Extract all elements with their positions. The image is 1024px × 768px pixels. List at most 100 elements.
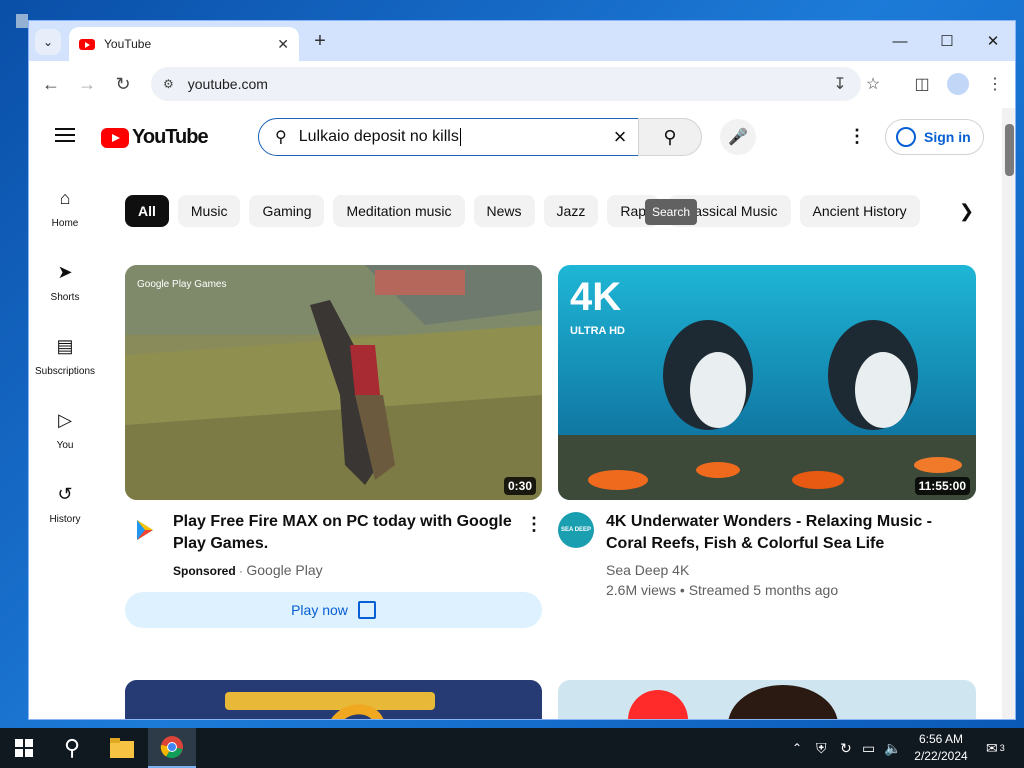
sidebar-item-shorts[interactable]: ➤ Shorts (29, 256, 101, 316)
security-shield-icon[interactable]: ⛨ (816, 728, 827, 768)
update-icon[interactable]: ↻ (840, 728, 852, 768)
close-tab-icon[interactable]: ✕ (277, 36, 289, 53)
youtube-page: YouTube ⚲ Lulkaio deposit no kills × ⚲ 🎤… (29, 108, 1015, 719)
sidebar-label: Subscriptions (34, 366, 96, 377)
voice-search-button[interactable]: 🎤 (720, 119, 756, 155)
video-menu-icon[interactable]: ⋮ (525, 514, 543, 535)
video-duration: 0:30 (503, 477, 536, 495)
channel-avatar[interactable]: SEA DEEP (558, 512, 594, 548)
google-play-avatar-icon[interactable] (127, 512, 163, 548)
chip-news[interactable]: News (473, 195, 535, 227)
address-bar[interactable]: ⚙ youtube.com (151, 67, 861, 101)
scrollbar-thumb[interactable] (1005, 124, 1014, 176)
taskbar: ⚲ ⌃ ⛨ ↻ ▭ 🔈 6:56 AM 2/22/2024 ✉ 3 (0, 728, 1024, 768)
bookmark-star-icon[interactable]: ☆ (862, 73, 884, 95)
forward-button[interactable]: → (75, 72, 99, 96)
chip-meditation-music[interactable]: Meditation music (333, 195, 465, 227)
desktop-shortcut-icon[interactable] (14, 8, 28, 68)
sign-in-button[interactable]: Sign in (885, 119, 984, 155)
chrome-taskbar-icon[interactable] (148, 728, 196, 768)
chip-ancient-history[interactable]: Ancient History (799, 195, 920, 227)
clock-time: 6:56 AM (918, 732, 964, 746)
youtube-favicon-icon (79, 38, 95, 50)
search-button-icon: ⚲ (663, 126, 677, 147)
google-play-games-overlay: Google Play Games (137, 279, 227, 290)
chip-all[interactable]: All (125, 195, 169, 227)
youtube-logo-text: YouTube (132, 126, 209, 148)
minimize-button[interactable]: — (885, 29, 915, 53)
search-tooltip: Search (645, 199, 698, 225)
sidebar-label: Home (51, 218, 79, 229)
url-text: youtube.com (187, 76, 268, 92)
notifications-icon[interactable]: ✉ 3 (986, 728, 1005, 768)
install-app-icon[interactable]: ↧ (829, 73, 851, 95)
close-window-button[interactable]: ✕ (978, 29, 1008, 53)
thumb-4k-badge: 4K (570, 275, 622, 319)
sidebar-item-you[interactable]: ▷ You (29, 404, 101, 464)
profile-avatar-icon[interactable] (947, 73, 969, 95)
network-icon[interactable]: ▭ (862, 728, 875, 768)
play-now-button[interactable]: Play now (125, 592, 542, 628)
chip-jazz[interactable]: Jazz (543, 195, 599, 227)
search-icon: ⚲ (275, 129, 287, 146)
video-title[interactable]: 4K Underwater Wonders - Relaxing Music -… (606, 511, 946, 555)
thumbnail-image (558, 680, 976, 719)
video-channel-meta: Sponsored · Google Play (173, 562, 323, 578)
reload-button[interactable]: ↻ (111, 72, 135, 96)
taskbar-clock[interactable]: 6:56 AM 2/22/2024 (896, 731, 986, 765)
sidebar-label: You (56, 440, 74, 451)
search-query-text[interactable]: Lulkaio deposit no kills (299, 128, 461, 146)
microphone-icon: 🎤 (728, 129, 748, 146)
sign-in-label: Sign in (924, 129, 971, 145)
account-circle-icon (896, 127, 916, 147)
video-stats: 2.6M views • Streamed 5 months ago (606, 582, 839, 598)
site-info-icon[interactable]: ⚙ (163, 77, 174, 91)
video-thumbnail[interactable] (125, 680, 542, 719)
thumbnail-image (125, 680, 542, 719)
channel-name[interactable]: Google Play (246, 562, 322, 578)
settings-menu-icon[interactable]: ⋮ (847, 126, 867, 148)
chip-gaming[interactable]: Gaming (249, 195, 325, 227)
back-button[interactable]: ← (39, 72, 63, 96)
chip-music[interactable]: Music (177, 195, 241, 227)
shorts-icon: ➤ (57, 262, 73, 282)
video-duration: 11:55:00 (914, 477, 970, 495)
sidebar-item-home[interactable]: ⌂ Home (29, 182, 101, 242)
video-thumbnail[interactable]: Google Play Games 0:30 (125, 265, 542, 500)
home-icon: ⌂ (59, 188, 71, 208)
maximize-button[interactable]: ☐ (932, 29, 962, 53)
video-thumbnail[interactable] (558, 680, 976, 719)
history-icon: ↺ (57, 484, 73, 504)
side-panel-icon[interactable]: ◫ (911, 73, 933, 95)
thumbnail-image (125, 265, 542, 500)
tab-youtube[interactable]: YouTube ✕ (69, 27, 299, 61)
search-taskbar-icon[interactable]: ⚲ (50, 728, 94, 768)
show-hidden-icons-icon[interactable]: ⌃ (792, 728, 802, 768)
chevron-right-icon[interactable]: ❯ (959, 201, 974, 222)
channel-name[interactable]: Sea Deep 4K (606, 562, 689, 578)
sidebar-label: Shorts (50, 292, 80, 303)
clear-search-icon[interactable]: × (608, 124, 632, 149)
search-input[interactable]: ⚲ Lulkaio deposit no kills × (258, 118, 639, 156)
notification-count: 3 (999, 743, 1005, 753)
new-tab-button[interactable]: + (309, 30, 331, 52)
video-thumbnail[interactable]: 4K ULTRA HD 11:55:00 (558, 265, 976, 500)
search-button[interactable]: ⚲ (638, 118, 702, 156)
play-now-label: Play now (291, 602, 348, 618)
sidebar-item-subscriptions[interactable]: ▤ Subscriptions (29, 330, 101, 390)
avatar-text: SEA DEEP (560, 527, 592, 533)
browser-menu-icon[interactable]: ⋮ (984, 73, 1006, 95)
file-explorer-icon[interactable] (100, 728, 144, 768)
youtube-logo[interactable]: YouTube (101, 126, 209, 149)
video-title[interactable]: Play Free Fire MAX on PC today with Goog… (173, 511, 513, 555)
start-button[interactable] (0, 728, 48, 768)
sidebar-label: History (49, 514, 81, 525)
sidebar-item-history[interactable]: ↺ History (29, 478, 101, 538)
you-icon: ▷ (58, 410, 72, 430)
hamburger-menu-icon[interactable] (55, 128, 75, 142)
tab-search-button[interactable]: ⌄ (35, 29, 61, 55)
browser-window: ⌄ YouTube ✕ + — ☐ ✕ ← → ↻ ⚙ youtube.com … (28, 20, 1016, 720)
page-scrollbar[interactable] (1002, 108, 1015, 719)
browser-toolbar: ← → ↻ ⚙ youtube.com ↧ ☆ ◫ ⋮ (29, 61, 1015, 107)
youtube-play-logo-icon (101, 127, 129, 148)
